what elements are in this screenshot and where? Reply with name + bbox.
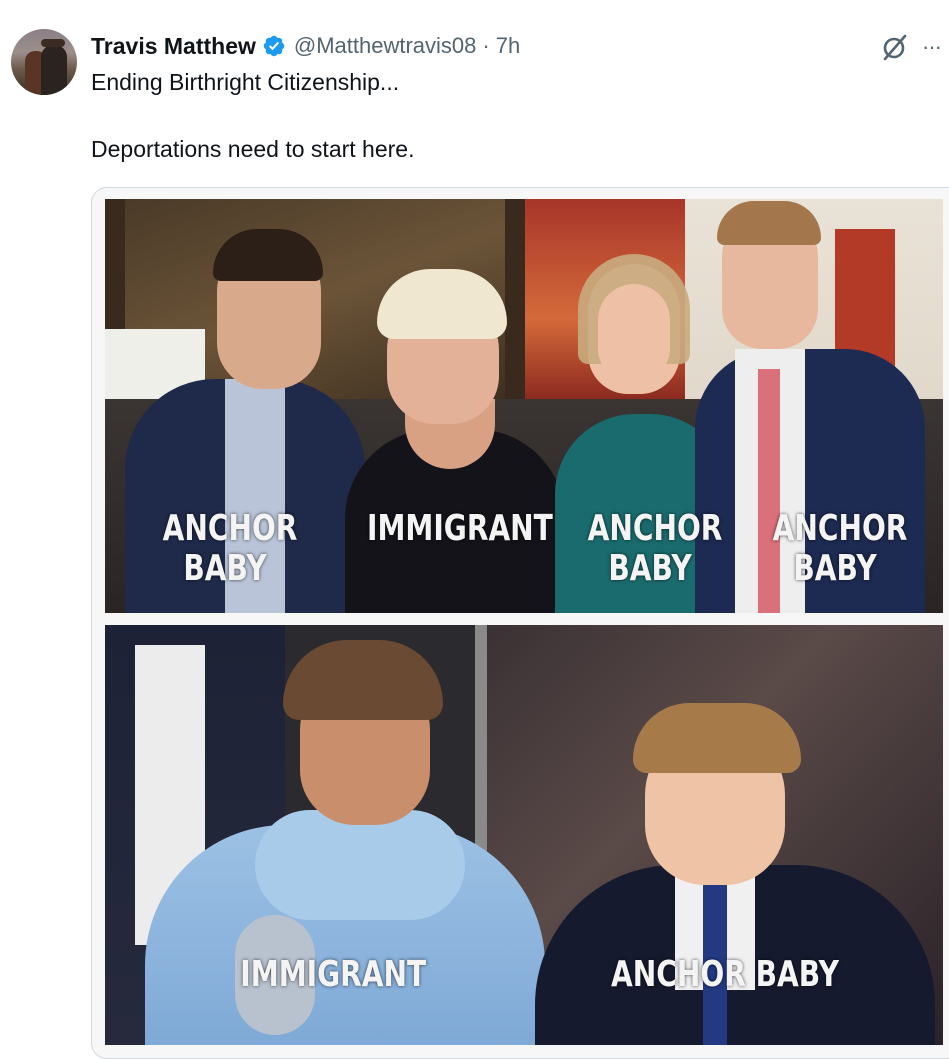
more-options-icon[interactable]: ···: [922, 33, 949, 61]
meme-bottom-panel: IMMIGRANT ANCHOR BABY: [105, 625, 943, 1045]
label-line-1: IMMIGRANT: [367, 508, 553, 549]
tweet-text-line-2: Deportations need to start here.: [91, 136, 415, 162]
label-line-2: BABY: [183, 548, 267, 589]
label-line-1: ANCHOR BABY: [611, 954, 839, 995]
label-immigrant-1: IMMIGRANT: [367, 508, 553, 549]
verified-badge-icon: [263, 35, 285, 57]
label-anchor-baby-1: ANCHOR BABY: [162, 508, 298, 589]
label-anchor-baby-4: ANCHOR BABY: [600, 955, 850, 995]
avatar-person-right: [41, 45, 67, 95]
meme-top-panel: ANCHOR BABY IMMIGRANT ANCHOR BABY ANCHOR…: [105, 199, 943, 613]
person-6-hair: [633, 703, 801, 773]
label-line-2: BABY: [608, 548, 692, 589]
label-line-1: ANCHOR: [587, 508, 723, 549]
tweet-media-image[interactable]: ANCHOR BABY IMMIGRANT ANCHOR BABY ANCHOR…: [91, 187, 949, 1059]
grok-icon[interactable]: [880, 32, 910, 62]
label-line-1: IMMIGRANT: [240, 954, 427, 995]
author-handle[interactable]: @Matthewtravis08: [294, 33, 477, 59]
separator-dot: ·: [482, 33, 490, 58]
author-avatar[interactable]: [11, 29, 77, 95]
label-immigrant-2: IMMIGRANT: [240, 954, 427, 995]
label-line-2: BABY: [793, 548, 877, 589]
label-anchor-baby-3: ANCHOR BABY: [772, 508, 908, 589]
person-3-face: [598, 284, 670, 384]
label-anchor-baby-2: ANCHOR BABY: [587, 508, 723, 589]
author-name[interactable]: Travis Matthew: [91, 33, 256, 60]
background-red-panel: [835, 229, 895, 369]
label-line-1: ANCHOR: [162, 508, 298, 549]
tweet-text-line-1: Ending Birthright Citizenship...: [91, 69, 400, 95]
tweet-header: Travis Matthew @Matthewtravis08 · 7h: [91, 31, 520, 61]
person-4-hair: [717, 201, 821, 245]
avatar-hat: [41, 39, 65, 47]
label-line-1: ANCHOR: [772, 508, 908, 549]
person-5-collar: [255, 810, 465, 920]
person-5-hair: [283, 640, 443, 720]
tweet-timestamp[interactable]: 7h: [496, 33, 520, 59]
